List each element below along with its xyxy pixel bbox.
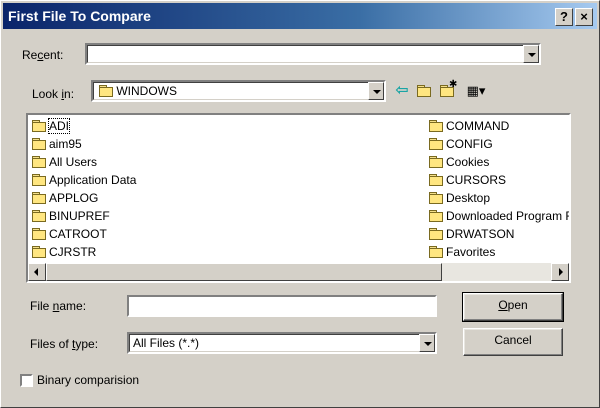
title-bar[interactable]: First File To Compare ? × bbox=[3, 3, 597, 29]
folder-icon bbox=[429, 246, 443, 258]
close-button[interactable]: × bbox=[575, 8, 593, 26]
folder-icon bbox=[32, 228, 46, 240]
file-list-item-label: Favorites bbox=[446, 245, 496, 259]
folder-icon bbox=[429, 210, 443, 222]
file-list-item[interactable]: CJRSTR bbox=[30, 243, 420, 261]
folder-icon bbox=[429, 192, 443, 204]
folder-icon bbox=[32, 138, 46, 150]
folder-icon bbox=[429, 138, 443, 150]
back-icon[interactable]: ⇦ bbox=[392, 81, 412, 101]
filetype-value: All Files (*.*) bbox=[133, 336, 200, 350]
file-list-item-label: CURSORS bbox=[446, 173, 507, 187]
file-list-item[interactable]: All Users bbox=[30, 153, 420, 171]
file-list-item-label: Desktop bbox=[446, 191, 491, 205]
folder-icon bbox=[32, 174, 46, 186]
file-list-item-label: aim95 bbox=[49, 137, 82, 151]
file-list[interactable]: ADI aim95 All Users Application Data APPLOG B… bbox=[26, 113, 571, 283]
open-button[interactable]: Open bbox=[462, 292, 564, 322]
file-list-item-label: APPLOG bbox=[49, 191, 99, 205]
horizontal-scrollbar[interactable] bbox=[28, 263, 569, 281]
file-list-item-label: Application Data bbox=[49, 173, 137, 187]
file-list-item[interactable]: APPLOG bbox=[30, 189, 420, 207]
file-list-item-label: CJRSTR bbox=[49, 245, 97, 259]
view-menu-icon[interactable]: ▦▾ bbox=[461, 81, 491, 101]
file-list-item-label: CONFIG bbox=[446, 137, 493, 151]
recent-label: Recent: bbox=[22, 48, 64, 62]
filename-label: File name: bbox=[30, 299, 87, 313]
folder-icon bbox=[429, 174, 443, 186]
new-folder-icon[interactable]: ✱ bbox=[437, 79, 457, 101]
lookin-combo[interactable]: WINDOWS bbox=[91, 80, 386, 102]
file-list-item[interactable]: Desktop bbox=[427, 189, 569, 207]
help-button[interactable]: ? bbox=[555, 8, 573, 26]
folder-icon bbox=[32, 120, 46, 132]
file-list-item[interactable]: CONFIG bbox=[427, 135, 569, 153]
folder-icon bbox=[32, 156, 46, 168]
scroll-left-button[interactable] bbox=[28, 263, 46, 281]
filetype-combo[interactable]: All Files (*.*) bbox=[127, 332, 437, 354]
file-list-item-label: All Users bbox=[49, 155, 98, 169]
binary-comparison-label[interactable]: Binary comparision bbox=[37, 373, 139, 387]
file-list-item[interactable]: CURSORS bbox=[427, 171, 569, 189]
file-list-item-label: Downloaded Program Files bbox=[446, 209, 569, 223]
window-title: First File To Compare bbox=[8, 8, 151, 24]
lookin-value: WINDOWS bbox=[116, 84, 177, 98]
file-list-item-label: DRWATSON bbox=[446, 227, 515, 241]
file-list-item[interactable]: CATROOT bbox=[30, 225, 420, 243]
folder-icon bbox=[429, 120, 443, 132]
folder-icon bbox=[32, 246, 46, 258]
file-list-item-label: BINUPREF bbox=[49, 209, 110, 223]
file-list-item[interactable]: aim95 bbox=[30, 135, 420, 153]
file-list-item[interactable]: Cookies bbox=[427, 153, 569, 171]
scroll-thumb[interactable] bbox=[46, 263, 442, 281]
file-open-dialog: First File To Compare ? × Recent: Look i… bbox=[0, 0, 600, 408]
scroll-right-button[interactable] bbox=[551, 263, 569, 281]
folder-icon bbox=[429, 156, 443, 168]
file-list-item-label: CATROOT bbox=[49, 227, 107, 241]
file-list-item-label: ADI bbox=[47, 118, 71, 134]
lookin-label: Look in: bbox=[32, 87, 75, 101]
filetype-dropdown-button[interactable] bbox=[419, 334, 435, 352]
recent-combo[interactable] bbox=[85, 43, 541, 65]
recent-dropdown-button[interactable] bbox=[523, 45, 539, 63]
file-list-item[interactable]: DRWATSON bbox=[427, 225, 569, 243]
file-list-item-label: Cookies bbox=[446, 155, 490, 169]
folder-open-icon bbox=[99, 85, 113, 97]
file-list-item[interactable]: Application Data bbox=[30, 171, 420, 189]
file-list-column-2: COMMAND CONFIG Cookies CURSORS Desktop Downlo… bbox=[427, 117, 569, 261]
file-list-item[interactable]: BINUPREF bbox=[30, 207, 420, 225]
folder-icon bbox=[32, 210, 46, 222]
file-list-item[interactable]: Downloaded Program Files bbox=[427, 207, 569, 225]
lookin-dropdown-button[interactable] bbox=[368, 82, 384, 100]
folder-icon bbox=[429, 228, 443, 240]
filetype-label: Files of type: bbox=[30, 337, 99, 351]
file-list-column-1: ADI aim95 All Users Application Data APPLOG B… bbox=[30, 117, 420, 261]
binary-comparison-checkbox[interactable] bbox=[20, 374, 33, 387]
file-list-item[interactable]: COMMAND bbox=[427, 117, 569, 135]
up-folder-icon[interactable] bbox=[414, 81, 434, 101]
cancel-button[interactable]: Cancel bbox=[463, 328, 563, 356]
filename-input[interactable] bbox=[127, 295, 437, 317]
file-list-item[interactable]: ADI bbox=[30, 117, 420, 135]
folder-icon bbox=[32, 192, 46, 204]
file-list-item[interactable]: Favorites bbox=[427, 243, 569, 261]
file-list-item-label: COMMAND bbox=[446, 119, 510, 133]
